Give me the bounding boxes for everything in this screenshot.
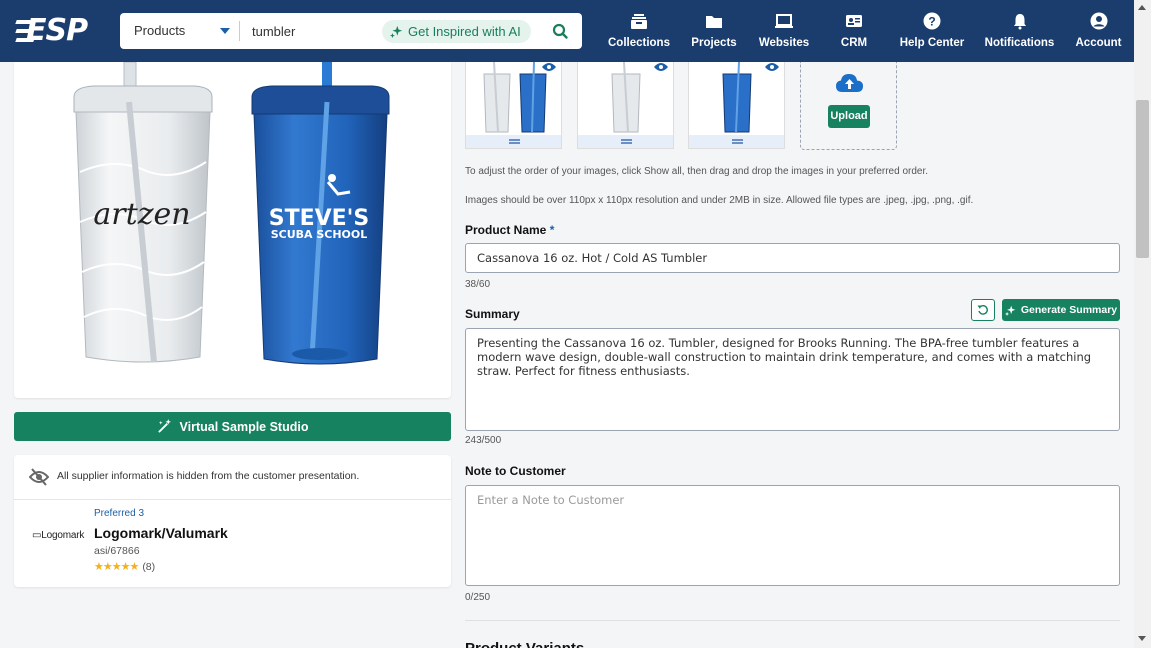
svg-text:?: ? — [928, 15, 935, 29]
nav-crm[interactable]: CRM — [829, 0, 879, 62]
image-thumbnail[interactable] — [577, 62, 674, 149]
product-name-counter: 38/60 — [465, 279, 491, 290]
section-divider — [465, 620, 1120, 621]
nav-projects[interactable]: Projects — [684, 0, 744, 62]
image-thumbnail[interactable] — [465, 62, 562, 149]
folder-icon — [706, 16, 722, 28]
clear-cup-imprint: artzen — [93, 197, 190, 232]
supplier-asi-number: asi/67866 — [94, 545, 140, 557]
undo-summary-button[interactable] — [971, 299, 995, 321]
upload-dropzone[interactable]: Upload — [800, 62, 897, 150]
thumbnail-both-tumblers — [483, 62, 547, 133]
supplier-rating[interactable]: ★★★★★ (8) — [94, 560, 156, 574]
scroll-up-arrow-icon[interactable] — [1138, 5, 1146, 10]
esp-logo[interactable]: ESP — [14, 12, 96, 50]
summary-label: Summary — [465, 307, 520, 321]
generate-summary-button[interactable]: Generate Summary — [1002, 299, 1120, 321]
search-divider — [239, 21, 240, 41]
generate-summary-label: Generate Summary — [1020, 304, 1118, 316]
drag-handle-icon — [509, 139, 520, 141]
thumbnail-blue-tumbler — [722, 62, 752, 133]
bell-icon — [1013, 14, 1026, 30]
drag-handle-icon — [621, 139, 632, 141]
hidden-note-text: All supplier information is hidden from … — [57, 470, 360, 482]
upload-button[interactable]: Upload — [828, 105, 870, 128]
get-inspired-ai-button[interactable]: Get Inspired with AI — [382, 20, 531, 43]
image-thumbnail[interactable] — [688, 62, 785, 149]
image-order-help: To adjust the order of your images, clic… — [465, 166, 929, 177]
sparkle-icon — [1004, 305, 1016, 316]
eye-off-icon — [29, 468, 49, 486]
drag-handle[interactable] — [689, 135, 784, 148]
nav-websites[interactable]: Websites — [754, 0, 814, 62]
product-name-label: Product Name * — [465, 223, 555, 237]
eye-icon[interactable] — [654, 62, 668, 72]
note-to-customer-label: Note to Customer — [465, 464, 566, 478]
drag-handle-icon — [732, 139, 743, 141]
thumbnail-clear-tumbler — [611, 62, 641, 133]
note-counter: 0/250 — [465, 592, 491, 603]
monitor-icon — [775, 14, 793, 28]
eye-icon[interactable] — [765, 62, 779, 72]
chevron-down-icon[interactable] — [220, 28, 230, 34]
search-category-select[interactable]: Products — [134, 13, 185, 49]
preferred-badge: Preferred 3 — [94, 508, 145, 519]
star-rating-icon: ★★★★★ — [94, 561, 139, 573]
contact-card-icon — [846, 15, 862, 27]
nav-collections[interactable]: Collections — [604, 0, 674, 62]
help-icon: ? — [923, 12, 941, 30]
nav-help-center[interactable]: ? Help Center — [897, 0, 967, 62]
undo-icon — [977, 305, 988, 315]
tumbler-illustration: artzen STEVE'S SCUBA SCHOOL — [73, 62, 390, 365]
supplier-name[interactable]: Logomark/Valumark — [94, 525, 228, 541]
page-scrollbar[interactable] — [1134, 0, 1151, 648]
cloud-upload-icon — [836, 74, 863, 92]
search-bar: Products Get Inspired with AI — [120, 13, 582, 49]
scroll-down-arrow-icon[interactable] — [1138, 636, 1146, 641]
blue-cup-imprint-line2: SCUBA SCHOOL — [271, 228, 368, 241]
image-size-help: Images should be over 110px x 110px reso… — [465, 195, 974, 206]
drag-handle[interactable] — [578, 135, 673, 148]
search-input[interactable] — [252, 19, 372, 43]
product-name-input[interactable]: Cassanova 16 oz. Hot / Cold AS Tumbler — [465, 243, 1120, 273]
top-navigation-bar: ESP Products Get Inspired with AI Collec… — [0, 0, 1134, 62]
virtual-sample-studio-label: Virtual Sample Studio — [179, 419, 309, 434]
collections-icon — [631, 14, 647, 29]
note-to-customer-textarea[interactable]: Enter a Note to Customer — [465, 485, 1120, 586]
sparkle-icon — [390, 25, 403, 38]
product-variants-heading: Product Variants — [465, 640, 584, 648]
ai-pill-label: Get Inspired with AI — [408, 24, 521, 39]
search-button[interactable] — [548, 20, 572, 42]
search-icon — [552, 23, 568, 39]
eye-icon[interactable] — [542, 62, 556, 72]
summary-counter: 243/500 — [465, 435, 502, 446]
main-product-image[interactable]: artzen STEVE'S SCUBA SCHOOL — [14, 62, 451, 398]
review-count: (8) — [142, 560, 156, 573]
scrollbar-thumb[interactable] — [1136, 100, 1149, 258]
supplier-logo: ▭Logomark — [32, 530, 85, 541]
virtual-sample-studio-button[interactable]: Virtual Sample Studio — [14, 412, 451, 441]
supplier-hidden-notice: All supplier information is hidden from … — [14, 455, 451, 500]
supplier-card: All supplier information is hidden from … — [14, 455, 451, 587]
drag-handle[interactable] — [466, 135, 561, 148]
note-placeholder: Enter a Note to Customer — [477, 493, 625, 507]
nav-notifications[interactable]: Notifications — [982, 0, 1057, 62]
summary-textarea[interactable]: Presenting the Cassanova 16 oz. Tumbler,… — [465, 328, 1120, 431]
account-icon — [1090, 12, 1107, 30]
magic-wand-icon — [157, 419, 171, 433]
nav-account[interactable]: Account — [1071, 0, 1126, 62]
